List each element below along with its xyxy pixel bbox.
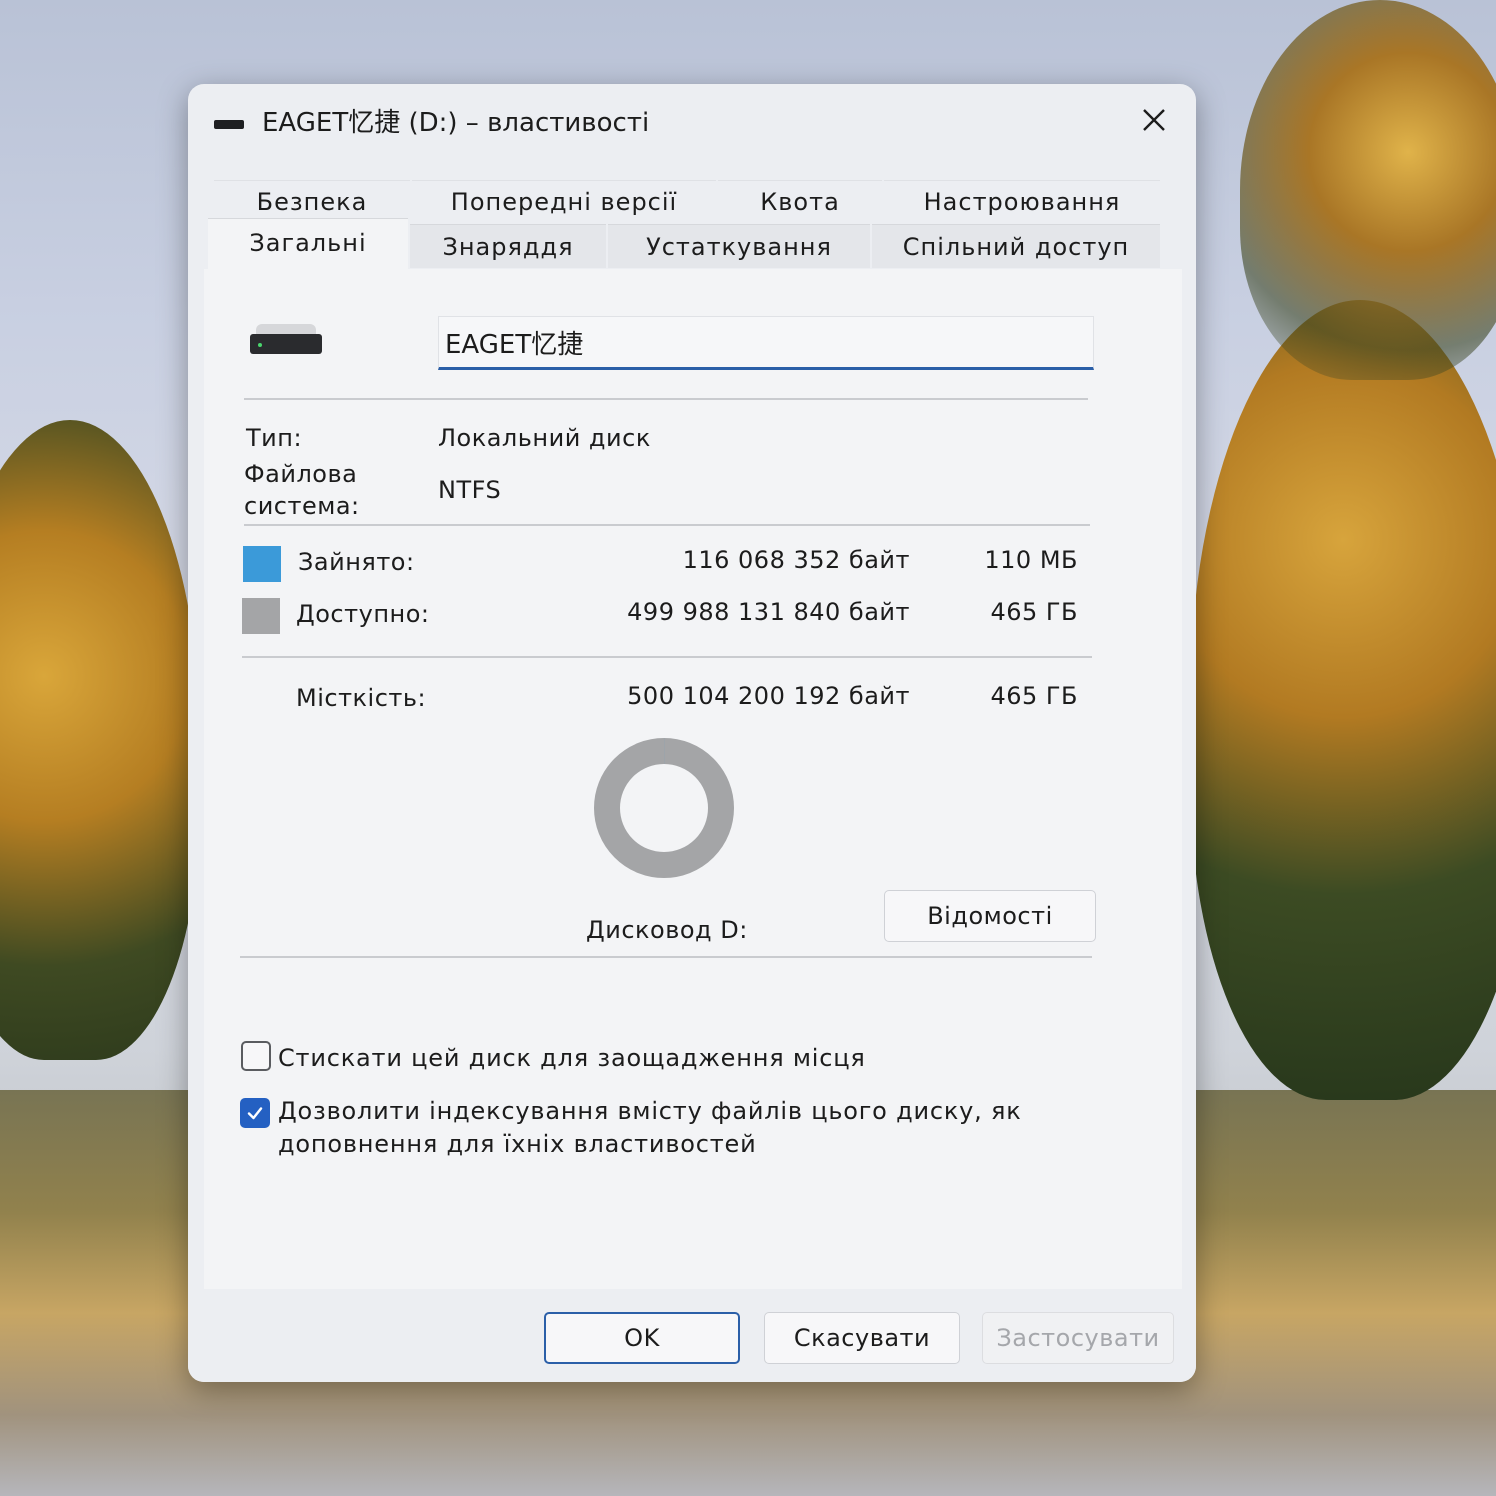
hard-drive-icon [250, 324, 322, 354]
close-button[interactable] [1130, 96, 1178, 144]
filesystem-label-line2: система: [244, 492, 360, 520]
volume-name-input[interactable] [438, 316, 1094, 370]
drive-label: Дисковод D: [586, 916, 748, 944]
disk-usage-ring [594, 738, 734, 878]
title-bar: EAGET忆捷 (D:) – властивості [188, 84, 1196, 156]
close-icon [1143, 109, 1165, 131]
free-space-bytes: 499 988 131 840 байт [627, 598, 910, 626]
details-button[interactable]: Відомості [884, 890, 1096, 942]
capacity-label: Місткість: [296, 684, 427, 712]
window-title: EAGET忆捷 (D:) – властивості [262, 108, 650, 138]
filesystem-value: NTFS [438, 476, 502, 504]
type-label: Тип: [246, 424, 303, 452]
capacity-short: 465 ГБ [990, 682, 1078, 710]
cancel-button[interactable]: Скасувати [764, 1312, 960, 1364]
wallpaper-tree [0, 420, 200, 1060]
compress-drive-label: Стискати цей диск для заощадження місця [278, 1044, 866, 1072]
allow-indexing-label-line1: Дозволити індексування вмісту файлів цьо… [278, 1097, 1022, 1125]
tab-quota[interactable]: Квота [718, 180, 882, 222]
tab-tools[interactable]: Знаряддя [410, 224, 606, 268]
drive-icon [214, 120, 244, 129]
wallpaper-tree [1190, 300, 1496, 1100]
apply-button[interactable]: Застосувати [982, 1312, 1174, 1364]
tab-general[interactable]: Загальні [208, 218, 408, 272]
used-space-short: 110 МБ [984, 546, 1078, 574]
checkmark-icon [247, 1107, 263, 1120]
filesystem-label-line1: Файлова [244, 460, 358, 488]
properties-dialog: EAGET忆捷 (D:) – властивості Безпека Попер… [188, 84, 1196, 1382]
divider [244, 398, 1088, 400]
wallpaper-tree [1240, 0, 1496, 380]
free-space-swatch [242, 598, 280, 634]
tab-customize[interactable]: Настроювання [884, 180, 1160, 222]
used-space-swatch [243, 546, 281, 582]
used-space-label: Зайнято: [298, 548, 415, 576]
allow-indexing-checkbox[interactable] [240, 1098, 270, 1128]
allow-indexing-label-line2: доповнення для їхніх властивостей [278, 1130, 757, 1158]
capacity-bytes: 500 104 200 192 байт [627, 682, 910, 710]
tab-security[interactable]: Безпека [214, 180, 410, 222]
free-space-label: Доступно: [296, 600, 430, 628]
divider [240, 956, 1092, 958]
tab-hardware[interactable]: Устаткування [608, 224, 870, 268]
divider [242, 656, 1092, 658]
type-value: Локальний диск [438, 424, 651, 452]
tab-sharing[interactable]: Спільний доступ [872, 224, 1160, 268]
used-space-bytes: 116 068 352 байт [682, 546, 910, 574]
free-space-short: 465 ГБ [990, 598, 1078, 626]
compress-drive-checkbox[interactable] [241, 1041, 271, 1071]
tab-previous-versions[interactable]: Попередні версії [412, 180, 716, 222]
ok-button[interactable]: OK [544, 1312, 740, 1364]
divider [244, 524, 1090, 526]
